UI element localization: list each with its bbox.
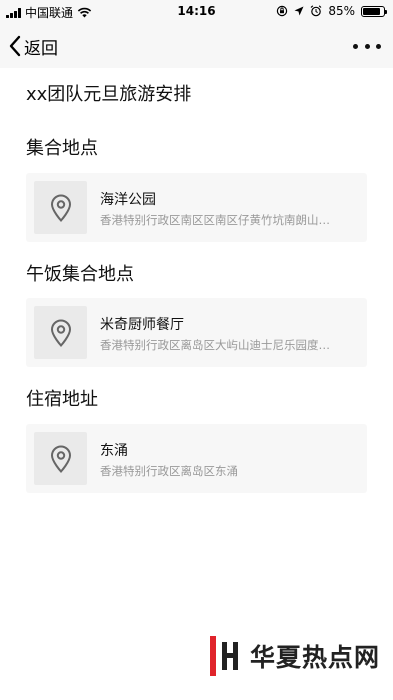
status-bar: 中国联通 14:16 85% [0, 0, 393, 24]
location-card-lunch-point[interactable]: 米奇厨师餐厅 香港特别行政区离岛区大屿山迪士尼乐园度… [26, 298, 367, 367]
section-title-meeting-point: 集合地点 [26, 138, 98, 159]
location-address: 香港特别行政区离岛区东涌 [100, 464, 238, 478]
orientation-lock-icon [277, 5, 288, 17]
location-thumbnail [34, 306, 87, 359]
more-button[interactable] [353, 34, 381, 58]
location-thumbnail [34, 432, 87, 485]
map-pin-icon [50, 445, 71, 473]
map-pin-icon [50, 194, 71, 222]
location-address: 香港特别行政区离岛区大屿山迪士尼乐园度… [100, 338, 330, 352]
nav-bar: 返回 [0, 24, 393, 68]
more-dots-icon [353, 43, 358, 49]
chevron-left-icon [9, 35, 21, 57]
location-name: 海洋公园 [100, 192, 156, 208]
page-title: xx团队元旦旅游安排 [26, 84, 192, 105]
back-button[interactable]: 返回 [8, 32, 58, 60]
location-name: 东涌 [100, 443, 128, 459]
section-title-lunch-point: 午饭集合地点 [26, 264, 134, 285]
watermark: 华夏热点网 [208, 636, 380, 676]
battery-icon [361, 5, 387, 17]
watermark-logo-icon [210, 636, 238, 676]
location-card-meeting-point[interactable]: 海洋公园 香港特别行政区南区区南区仔黄竹坑南朗山… [26, 173, 367, 242]
location-card-accommodation[interactable]: 东涌 香港特别行政区离岛区东涌 [26, 424, 367, 493]
alarm-icon [310, 5, 322, 17]
battery-level [363, 7, 380, 15]
location-thumbnail [34, 181, 87, 234]
status-right: 85% [276, 4, 387, 18]
section-title-accommodation: 住宿地址 [26, 389, 98, 410]
location-address: 香港特别行政区南区区南区仔黄竹坑南朗山… [100, 213, 330, 227]
watermark-text: 华夏热点网 [250, 643, 381, 672]
location-name: 米奇厨师餐厅 [100, 317, 184, 333]
back-label: 返回 [24, 38, 58, 59]
location-arrow-icon [294, 6, 304, 16]
map-pin-icon [50, 319, 71, 347]
battery-percent: 85% [328, 4, 355, 18]
